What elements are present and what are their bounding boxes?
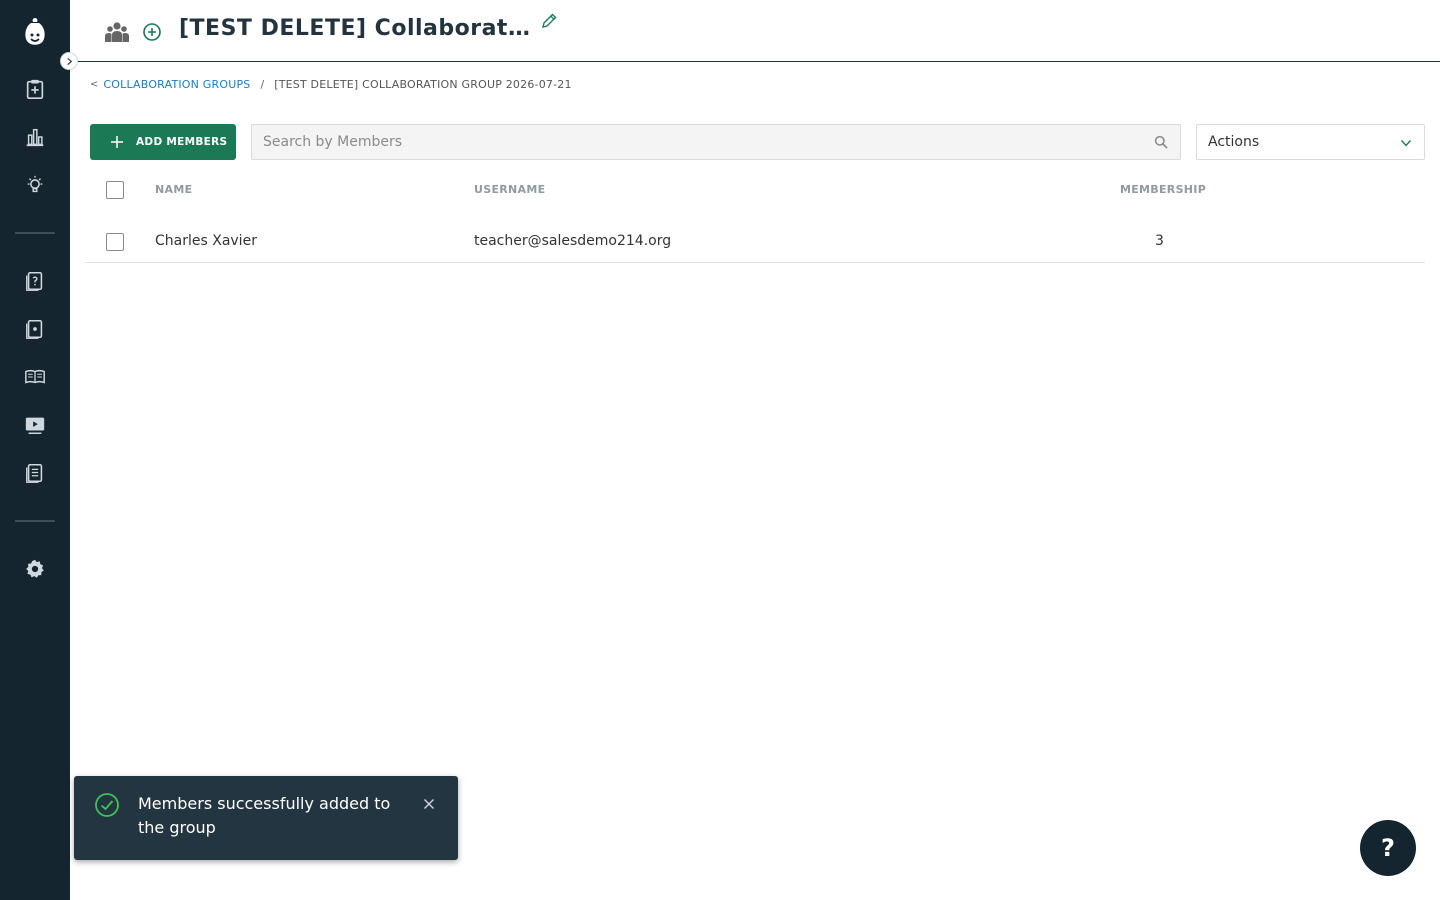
open-book-icon[interactable] <box>23 365 47 389</box>
page-title: [TEST DELETE] Collaboration... <box>179 16 531 41</box>
doc-dot-icon[interactable] <box>23 317 47 341</box>
actions-dropdown[interactable]: Actions <box>1196 124 1425 160</box>
row-checkbox[interactable] <box>106 233 124 251</box>
plus-icon <box>111 136 123 148</box>
search-input[interactable] <box>252 125 1142 159</box>
member-membership: 3 <box>1155 233 1164 249</box>
sidebar <box>0 0 70 900</box>
breadcrumb-back-icon[interactable]: < <box>90 79 98 90</box>
actions-label: Actions <box>1208 134 1260 150</box>
row-divider <box>85 262 1425 263</box>
pencil-icon[interactable] <box>540 12 558 30</box>
chevron-right-icon <box>66 57 72 65</box>
doc-list-icon[interactable] <box>23 461 47 485</box>
sidebar-divider <box>15 520 55 522</box>
sidebar-divider <box>15 232 55 234</box>
toast-message: Members successfully added to the group <box>138 794 391 837</box>
search-box <box>251 124 1181 160</box>
add-members-button[interactable]: ADD MEMBERS <box>90 124 236 160</box>
video-icon[interactable] <box>23 413 47 437</box>
help-button[interactable]: ? <box>1360 820 1416 876</box>
breadcrumb: < COLLABORATION GROUPS / [TEST DELETE] C… <box>90 78 572 91</box>
column-header-username[interactable]: USERNAME <box>474 183 545 196</box>
breadcrumb-current: [TEST DELETE] COLLABORATION GROUP 2026-0… <box>274 78 572 91</box>
logo-icon[interactable] <box>21 16 49 48</box>
breadcrumb-link-collaboration-groups[interactable]: COLLABORATION GROUPS <box>103 78 250 91</box>
page-header: [TEST DELETE] Collaboration... <box>70 0 1440 62</box>
lightbulb-icon[interactable] <box>23 173 47 197</box>
chevron-down-icon <box>1400 140 1412 147</box>
clipboard-plus-icon[interactable] <box>23 77 47 101</box>
column-header-name[interactable]: NAME <box>155 183 192 196</box>
sidebar-collapse-toggle[interactable] <box>60 52 78 70</box>
breadcrumb-separator: / <box>260 78 265 91</box>
add-members-label: ADD MEMBERS <box>136 136 228 148</box>
close-icon[interactable] <box>421 796 437 812</box>
question-doc-icon[interactable] <box>23 269 47 293</box>
member-username: teacher@salesdemo214.org <box>474 233 672 249</box>
select-all-checkbox[interactable] <box>106 181 124 199</box>
member-name: Charles Xavier <box>155 233 257 249</box>
gear-icon[interactable] <box>23 557 47 581</box>
success-toast: Members successfully added to the group <box>74 776 458 860</box>
check-circle-icon <box>95 793 119 817</box>
add-circle-icon[interactable] <box>142 22 162 42</box>
search-icon[interactable] <box>1154 135 1168 149</box>
column-header-membership[interactable]: MEMBERSHIP <box>1120 183 1206 196</box>
group-icon <box>104 20 130 46</box>
bar-chart-icon[interactable] <box>23 125 47 149</box>
